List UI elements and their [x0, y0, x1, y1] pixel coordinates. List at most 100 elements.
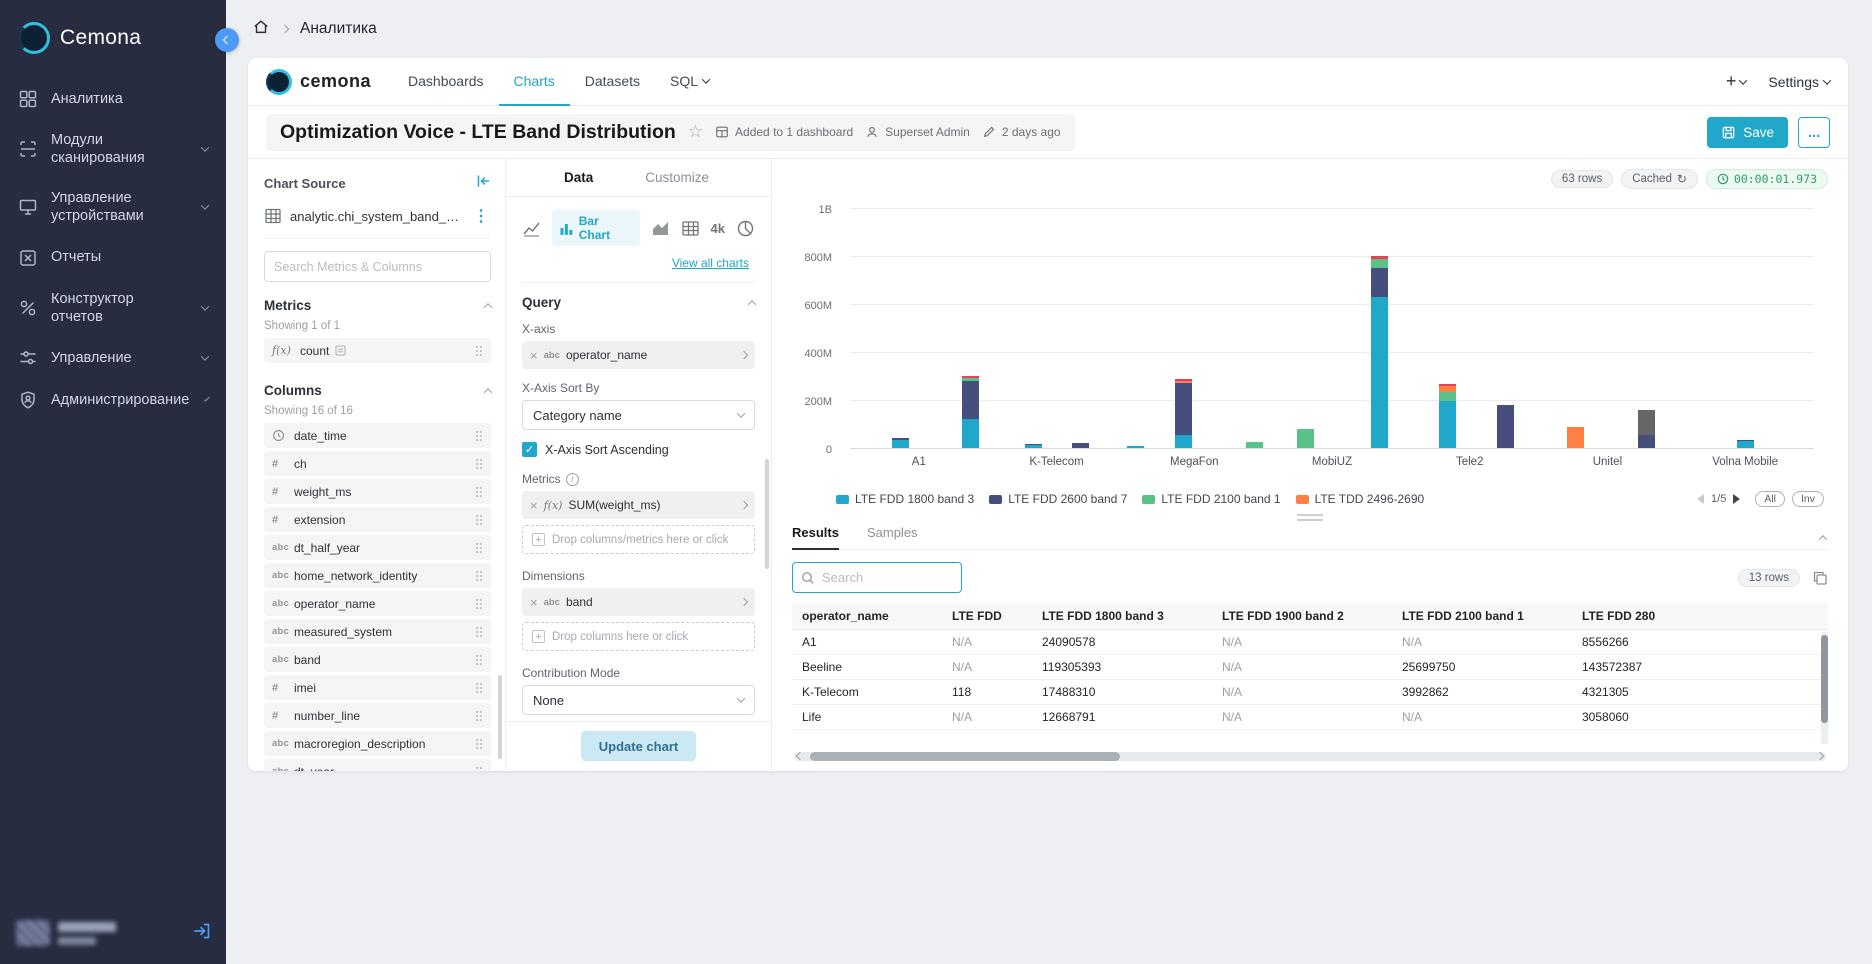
- home-icon[interactable]: [252, 18, 270, 41]
- query-section-header[interactable]: Query: [522, 282, 755, 310]
- tab-sql[interactable]: SQL: [655, 58, 724, 106]
- bar[interactable]: [1127, 209, 1144, 448]
- dimension-chip[interactable]: × abc band: [522, 588, 755, 616]
- metrics-section-header[interactable]: Metrics: [264, 298, 491, 313]
- collapse-panel-icon[interactable]: [475, 173, 491, 194]
- table-chart-icon[interactable]: [681, 219, 700, 238]
- sidebar-item-4[interactable]: Отчеты: [0, 237, 226, 279]
- column-header[interactable]: LTE FDD 2100 band 1: [1392, 603, 1572, 630]
- bar[interactable]: [1737, 209, 1754, 448]
- dataset-selector[interactable]: analytic.chi_system_band_stati... ⋮: [264, 206, 491, 239]
- tab-samples[interactable]: Samples: [867, 525, 918, 550]
- cached-badge[interactable]: Cached↻: [1621, 169, 1698, 189]
- column-item[interactable]: #ch: [264, 451, 491, 476]
- column-item[interactable]: #weight_ms: [264, 479, 491, 504]
- table-row[interactable]: LifeN/A12668791N/AN/A3058060: [792, 705, 1828, 730]
- column-item[interactable]: abcdt_half_year: [264, 535, 491, 560]
- xaxis-chip[interactable]: × abc operator_name: [522, 341, 755, 369]
- scroll-right-icon[interactable]: [1816, 752, 1824, 760]
- save-button[interactable]: Save: [1707, 117, 1788, 148]
- tab-results[interactable]: Results: [792, 525, 839, 550]
- legend-inverse-button[interactable]: Inv: [1792, 491, 1824, 507]
- sidebar-collapse-button[interactable]: [215, 28, 239, 52]
- vertical-scrollbar[interactable]: [1821, 631, 1828, 744]
- drag-handle-icon[interactable]: [475, 514, 483, 526]
- column-item[interactable]: abcmacroregion_description: [264, 731, 491, 756]
- legend-item[interactable]: LTE FDD 2600 band 7: [989, 492, 1127, 506]
- bar[interactable]: [1371, 209, 1388, 448]
- tab-datasets[interactable]: Datasets: [570, 58, 655, 106]
- drag-handle-icon[interactable]: [475, 682, 483, 694]
- column-item[interactable]: abcdt_year: [264, 759, 491, 771]
- area-chart-icon[interactable]: [651, 219, 670, 238]
- drag-handle-icon[interactable]: [475, 710, 483, 722]
- remove-icon[interactable]: ×: [530, 498, 538, 513]
- favorite-star-icon[interactable]: ☆: [688, 122, 703, 142]
- drag-handle-icon[interactable]: [475, 654, 483, 666]
- bar[interactable]: [1297, 209, 1314, 448]
- sort-ascending-checkbox[interactable]: ✓ X-Axis Sort Ascending: [522, 442, 755, 457]
- drag-handle-icon[interactable]: [475, 766, 483, 772]
- chart-title[interactable]: Optimization Voice - LTE Band Distributi…: [280, 121, 676, 144]
- tab-data[interactable]: Data: [564, 159, 593, 196]
- column-item[interactable]: abchome_network_identity: [264, 563, 491, 588]
- sidebar-item-1[interactable]: Аналитика: [0, 78, 226, 120]
- results-search-input[interactable]: [822, 570, 953, 585]
- drag-handle-icon[interactable]: [475, 542, 483, 554]
- logout-icon[interactable]: [192, 921, 212, 946]
- sidebar-item-6[interactable]: Управление: [0, 337, 226, 379]
- legend-item[interactable]: LTE FDD 2100 band 1: [1142, 492, 1280, 506]
- bar[interactable]: [1025, 209, 1042, 448]
- bar[interactable]: [892, 209, 909, 448]
- table-row[interactable]: A1N/A24090578N/AN/A8556266: [792, 630, 1828, 655]
- settings-menu-button[interactable]: Settings: [1768, 74, 1830, 90]
- column-item[interactable]: #extension: [264, 507, 491, 532]
- column-header[interactable]: LTE FDD 280: [1572, 603, 1828, 630]
- view-all-charts-link[interactable]: View all charts: [672, 256, 749, 270]
- dimensions-dropzone[interactable]: + Drop columns here or click: [522, 622, 755, 651]
- legend-item[interactable]: LTE TDD 2496-2690: [1296, 492, 1425, 506]
- column-header[interactable]: LTE FDD 1900 band 2: [1212, 603, 1392, 630]
- sort-by-select[interactable]: Category name: [522, 400, 755, 430]
- remove-icon[interactable]: ×: [530, 595, 538, 610]
- bar[interactable]: [1246, 209, 1263, 448]
- refresh-icon[interactable]: ↻: [1677, 172, 1687, 186]
- tab-dashboards[interactable]: Dashboards: [393, 58, 499, 106]
- copy-icon[interactable]: [1812, 570, 1828, 586]
- bar[interactable]: [1175, 209, 1192, 448]
- legend-all-button[interactable]: All: [1755, 491, 1785, 507]
- collapse-results-icon[interactable]: [1819, 535, 1827, 543]
- column-header[interactable]: LTE FDD: [942, 603, 1032, 630]
- drag-handle-icon[interactable]: [475, 738, 483, 750]
- legend-next-icon[interactable]: [1733, 494, 1740, 504]
- breadcrumb-current[interactable]: Аналитика: [300, 20, 377, 38]
- scroll-left-icon[interactable]: [796, 752, 804, 760]
- drag-handle-icon[interactable]: [475, 486, 483, 498]
- drag-handle-icon[interactable]: [475, 626, 483, 638]
- legend-prev-icon[interactable]: [1697, 494, 1704, 504]
- big-number-chart-icon[interactable]: 4k: [711, 221, 725, 236]
- horizontal-scrollbar-thumb[interactable]: [810, 752, 1120, 761]
- bar[interactable]: [1072, 209, 1089, 448]
- bar[interactable]: [1638, 209, 1655, 448]
- sidebar-item-3[interactable]: Управление устройствами: [0, 178, 226, 236]
- drag-handle-icon[interactable]: [475, 430, 483, 442]
- columns-section-header[interactable]: Columns: [264, 383, 491, 398]
- column-item[interactable]: abcmeasured_system: [264, 619, 491, 644]
- drag-handle-icon[interactable]: [475, 458, 483, 470]
- column-header[interactable]: LTE FDD 1800 band 3: [1032, 603, 1212, 630]
- bar-chart-type-selected[interactable]: Bar Chart: [552, 210, 640, 246]
- sidebar-brand[interactable]: Cemona: [0, 0, 226, 72]
- line-chart-icon[interactable]: [522, 219, 541, 238]
- remove-icon[interactable]: ×: [530, 348, 538, 363]
- add-menu-button[interactable]: +: [1726, 71, 1747, 92]
- metrics-columns-search[interactable]: [264, 251, 491, 282]
- horizontal-scrollbar[interactable]: [794, 752, 1826, 761]
- drag-handle-icon[interactable]: [475, 570, 483, 582]
- column-item[interactable]: abcband: [264, 647, 491, 672]
- panel-resize-handle[interactable]: [1297, 514, 1323, 521]
- tab-customize[interactable]: Customize: [645, 159, 709, 196]
- contribution-mode-select[interactable]: None: [522, 685, 755, 715]
- scrollbar[interactable]: [765, 459, 769, 569]
- pie-chart-icon[interactable]: [736, 219, 755, 238]
